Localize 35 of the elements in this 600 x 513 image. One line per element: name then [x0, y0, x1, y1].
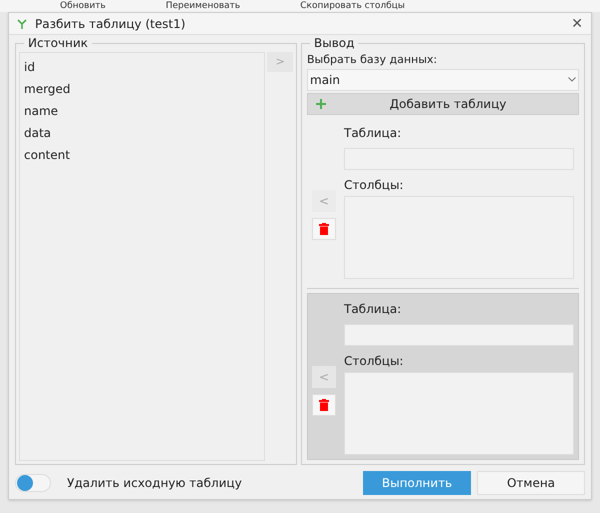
toggle-knob — [17, 475, 33, 491]
database-label: Выбрать базу данных: — [307, 52, 438, 68]
trash-icon — [319, 399, 329, 412]
table-label: Таблица: — [344, 300, 402, 318]
output-table-panel[interactable]: < Таблица: Столбцы: — [307, 116, 579, 284]
toolbar-button[interactable]: Скопировать столбцы — [300, 1, 405, 11]
table-label: Таблица: — [344, 124, 402, 142]
table-name-field[interactable] — [344, 324, 574, 346]
list-item[interactable]: data — [20, 122, 264, 144]
list-item[interactable]: id — [20, 56, 264, 78]
close-icon[interactable]: ✕ — [571, 16, 583, 30]
cancel-button[interactable]: Отмена — [477, 471, 585, 495]
columns-label: Столбцы: — [344, 352, 404, 370]
add-table-button[interactable]: Добавить таблицу — [307, 92, 579, 114]
source-list[interactable]: id merged name data content — [19, 52, 266, 461]
list-item[interactable]: merged — [20, 78, 264, 100]
toolbar-button[interactable]: Переименовать — [166, 1, 240, 11]
list-item[interactable]: content — [20, 144, 264, 166]
output-table-panel[interactable]: < Таблица: Столбцы: — [307, 292, 579, 460]
columns-list[interactable] — [344, 372, 574, 455]
group-title: Вывод — [310, 36, 358, 50]
toolbar-button[interactable]: Обновить — [60, 1, 106, 11]
delete-table-button[interactable] — [312, 218, 336, 240]
toggle-switch[interactable] — [15, 474, 51, 492]
group-title: Источник — [24, 36, 92, 50]
columns-label: Столбцы: — [344, 176, 404, 194]
chevron-down-icon — [568, 77, 576, 82]
delete-table-button[interactable] — [312, 394, 336, 416]
trash-icon — [319, 223, 329, 236]
toggle-label: Удалить исходную таблицу — [67, 475, 243, 492]
list-item[interactable]: name — [20, 100, 264, 122]
window-title: Разбить таблицу (test1) — [35, 16, 186, 32]
plus-icon — [316, 98, 326, 108]
database-dropdown[interactable]: main — [307, 68, 579, 90]
split-icon — [17, 18, 27, 28]
